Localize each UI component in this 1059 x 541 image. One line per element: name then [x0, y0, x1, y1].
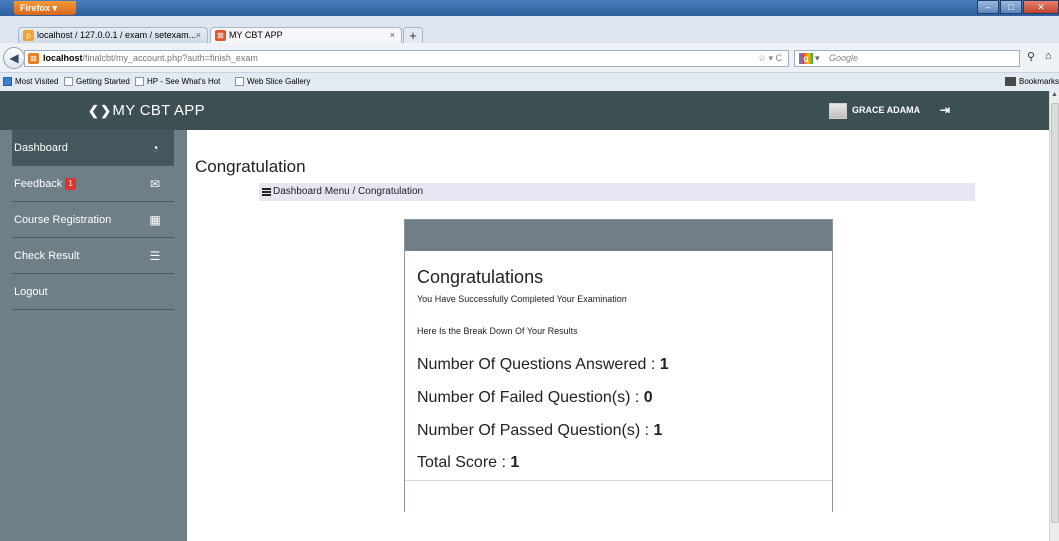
window-controls: – □ ✕ — [976, 0, 1059, 14]
page-icon — [64, 77, 73, 86]
sidebar-item-label: Dashboard — [14, 142, 68, 154]
new-tab-button[interactable]: + — [403, 27, 423, 43]
completion-message: You Have Successfully Completed Your Exa… — [417, 294, 627, 304]
bookmark-hp[interactable]: HP - See What's Hot — [135, 73, 220, 91]
stat-label: Number Of Failed Question(s) : — [417, 389, 644, 406]
app-header: ❮❯MY CBT APP GRACE ADAMA ⇥ — [0, 91, 1049, 130]
page-scrollbar[interactable]: ▲ — [1049, 91, 1059, 541]
bookmark-label: Web Slice Gallery — [247, 77, 311, 86]
sidebar-item-label: Feedback — [14, 178, 63, 190]
failed-questions-stat: Number Of Failed Question(s) : 0 — [417, 389, 653, 407]
tab-label: localhost / 127.0.0.1 / exam / setexam..… — [37, 30, 197, 40]
close-icon[interactable]: ✕ — [1023, 0, 1059, 14]
search-icon[interactable]: ⚲ — [1027, 50, 1035, 63]
web-app: ❮❯MY CBT APP GRACE ADAMA ⇥ Dashboard ◔ F… — [0, 91, 1049, 541]
sidebar-item-check-result[interactable]: Check Result ☰ — [12, 238, 174, 274]
stat-value: 1 — [653, 422, 663, 439]
brand-name: MY CBT APP — [112, 102, 205, 119]
scroll-up-icon[interactable]: ▲ — [1051, 91, 1058, 98]
most-visited-icon — [3, 77, 12, 86]
total-score-stat: Total Score : 1 — [417, 454, 519, 472]
stat-value: 1 — [510, 454, 520, 471]
tab-close-icon[interactable]: × — [390, 28, 395, 43]
card-body: Congratulations You Have Successfully Co… — [405, 251, 832, 480]
browser-titlebar: Firefox ▾ – □ ✕ — [0, 0, 1059, 16]
url-bar[interactable]: ⊠ localhost/finalcbt/my_account.php?auth… — [24, 50, 789, 67]
tab-label: MY CBT APP — [229, 30, 283, 40]
sidebar-item-feedback[interactable]: Feedback 1 ✉ — [12, 166, 174, 202]
envelope-icon: ✉ — [149, 177, 161, 191]
result-card: Congratulations You Have Successfully Co… — [404, 219, 833, 512]
chevron-right-icon: ❯ — [100, 103, 112, 118]
app-favicon: ⊠ — [215, 30, 226, 41]
sidebar-item-label: Course Registration — [14, 214, 112, 226]
stat-label: Number Of Questions Answered : — [417, 356, 660, 373]
bookmarks-icon — [1004, 77, 1016, 86]
page-icon — [235, 77, 244, 86]
brand-link[interactable]: ❮❯MY CBT APP — [88, 91, 205, 130]
sidebar-item-course-registration[interactable]: Course Registration ▦ — [12, 202, 174, 238]
search-bar[interactable]: g ▾ Google — [794, 50, 1020, 67]
tab-my-cbt-app[interactable]: ⊠ MY CBT APP × — [210, 27, 402, 43]
history-dropdown-icon[interactable]: ▾ — [768, 53, 773, 63]
bookmarks-menu-button[interactable]: Bookmarks — [1004, 73, 1059, 91]
breakdown-intro: Here Is the Break Down Of Your Results — [417, 326, 578, 336]
menu-icon — [262, 188, 271, 196]
notification-badge: 1 — [65, 178, 76, 190]
sidebar: Dashboard ◔ Feedback 1 ✉ Course Registrat… — [0, 130, 187, 541]
reload-icon[interactable]: C — [776, 53, 783, 63]
sidebar-item-dashboard[interactable]: Dashboard ◔ — [12, 130, 174, 166]
bookmarks-toolbar: Most Visited Getting Started HP - See Wh… — [0, 73, 1059, 91]
tab-phpmyadmin[interactable]: p localhost / 127.0.0.1 / exam / setexam… — [18, 27, 208, 43]
questions-answered-stat: Number Of Questions Answered : 1 — [417, 356, 669, 374]
search-placeholder: Google — [829, 53, 859, 63]
url-actions: ☆ ▾ C — [758, 51, 782, 66]
card-footer — [405, 480, 832, 512]
list-icon: ☰ — [149, 249, 161, 263]
grid-icon: ▦ — [149, 213, 161, 227]
bookmark-label: Most Visited — [15, 77, 59, 86]
sidebar-item-label: Logout — [14, 286, 48, 298]
user-name[interactable]: GRACE ADAMA — [852, 91, 920, 130]
bookmark-star-icon[interactable]: ☆ — [758, 53, 766, 63]
home-icon[interactable]: ⌂ — [1045, 50, 1052, 62]
browser-tabbar: p localhost / 127.0.0.1 / exam / setexam… — [0, 16, 1059, 43]
stat-value: 1 — [659, 356, 669, 373]
bookmark-getting-started[interactable]: Getting Started — [64, 73, 130, 91]
google-icon: g — [799, 53, 813, 64]
avatar[interactable] — [829, 103, 847, 119]
url-host: localhost — [43, 53, 83, 63]
url-path: /finalcbt/my_account.php?auth=finish_exa… — [82, 53, 258, 63]
chevron-left-icon: ❮ — [88, 103, 100, 118]
stat-label: Number Of Passed Question(s) : — [417, 422, 654, 439]
stat-label: Total Score : — [417, 454, 511, 471]
congratulations-heading: Congratulations — [417, 267, 544, 287]
browser-navbar: ◀ ⊠ localhost/finalcbt/my_account.php?au… — [0, 43, 1059, 73]
bookmark-most-visited[interactable]: Most Visited — [3, 73, 58, 91]
sidebar-item-label: Check Result — [14, 250, 80, 262]
firefox-menu-button[interactable]: Firefox ▾ — [14, 1, 76, 15]
bookmarks-menu-label: Bookmarks — [1018, 77, 1059, 86]
sign-out-icon[interactable]: ⇥ — [940, 91, 950, 130]
scrollbar-thumb[interactable] — [1051, 103, 1059, 523]
back-button[interactable]: ◀ — [3, 47, 25, 69]
sidebar-item-logout[interactable]: Logout — [12, 274, 174, 310]
page-icon — [135, 77, 144, 86]
minimize-icon[interactable]: – — [977, 0, 999, 14]
card-header — [405, 220, 832, 251]
stat-value: 0 — [643, 389, 653, 406]
bookmark-label: Getting Started — [76, 77, 130, 86]
passed-questions-stat: Number Of Passed Question(s) : 1 — [417, 422, 662, 440]
phpmyadmin-icon: p — [23, 30, 34, 41]
breadcrumb-text[interactable]: Dashboard Menu / Congratulation — [273, 186, 423, 197]
site-identity-icon: ⊠ — [28, 53, 39, 64]
breadcrumb: Dashboard Menu / Congratulation — [259, 183, 975, 201]
maximize-icon[interactable]: □ — [1000, 0, 1022, 14]
bookmark-label: HP - See What's Hot — [147, 77, 221, 86]
tab-close-icon[interactable]: × — [196, 28, 201, 43]
dashboard-icon: ◔ — [151, 141, 159, 155]
search-engine-dropdown-icon[interactable]: ▾ — [815, 51, 820, 66]
bookmark-web-slice[interactable]: Web Slice Gallery — [235, 73, 310, 91]
page-title: Congratulation — [195, 157, 306, 176]
